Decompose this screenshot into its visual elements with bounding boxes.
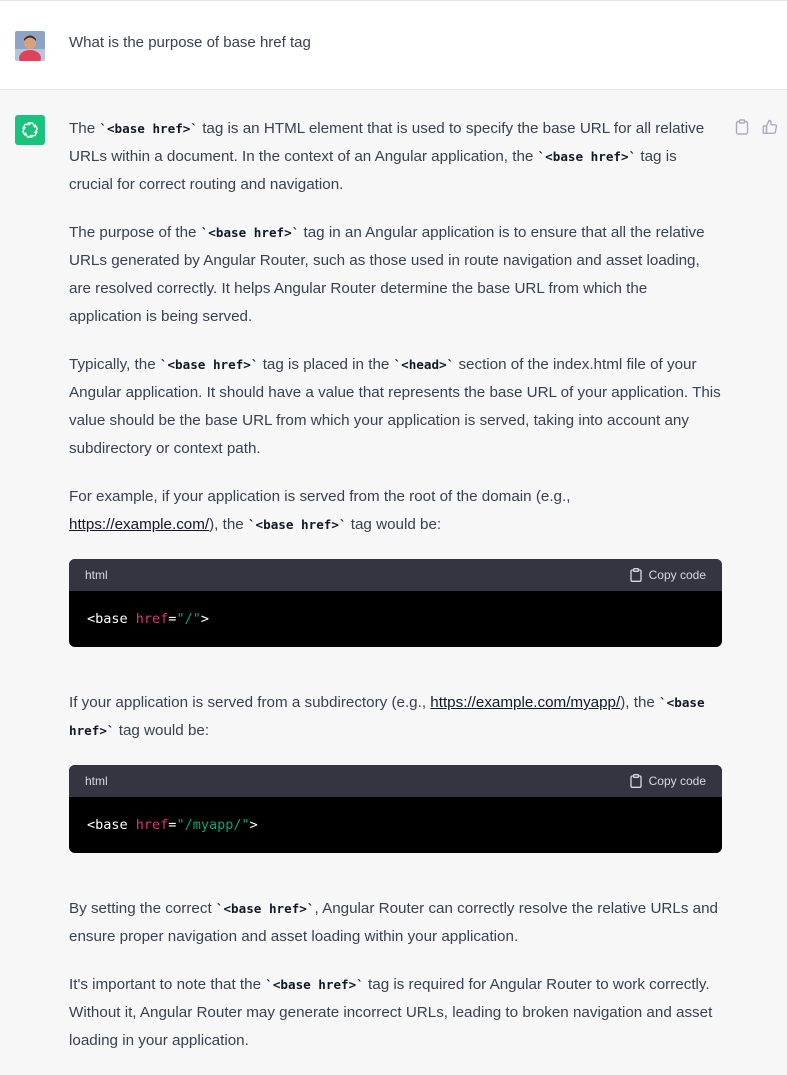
code-content: <base href = "/myapp/" > — [69, 797, 722, 853]
text: Typically, the — [69, 356, 160, 373]
paragraph-4: For example, if your application is serv… — [69, 483, 724, 539]
code-token: <base — [87, 817, 136, 833]
code-token: href — [135, 817, 169, 833]
copy-message-button[interactable] — [733, 118, 751, 136]
clipboard-icon — [629, 568, 642, 582]
code-language: html — [85, 774, 108, 788]
code-language: html — [85, 568, 108, 582]
code-block-header: html Copy code — [69, 559, 722, 591]
inline-code: `<base href>` — [200, 225, 300, 240]
assistant-answer: The `<base href>` tag is an HTML element… — [69, 115, 724, 1075]
inline-code: `<base href>` — [265, 977, 364, 992]
inline-code: `<base href>` — [215, 901, 315, 916]
code-block-header: html Copy code — [69, 765, 722, 797]
paragraph-5: If your application is served from a sub… — [69, 689, 724, 745]
paragraph-3: Typically, the `<base href>` tag is plac… — [69, 351, 724, 463]
code-block: html Copy code <base href = "/" > — [69, 559, 722, 647]
text: By setting the correct — [69, 900, 216, 917]
inline-code: `<base href>` — [99, 121, 198, 136]
text: tag would be: — [346, 516, 442, 533]
code-token: <base — [87, 611, 136, 627]
openai-logo-icon — [15, 115, 45, 145]
code-token: = — [168, 611, 177, 627]
inline-code: `<base href>` — [159, 357, 259, 372]
text: If your application is served from a sub… — [69, 694, 431, 711]
text: For example, if your application is serv… — [69, 488, 571, 505]
code-block: html Copy code <base href = "/myapp/" > — [69, 765, 722, 853]
paragraph-6: By setting the correct `<base href>`, An… — [69, 895, 724, 951]
copy-code-label: Copy code — [648, 774, 706, 788]
assistant-message: The `<base href>` tag is an HTML element… — [0, 90, 787, 1066]
text: It's important to note that the — [69, 976, 266, 993]
paragraph-2: The purpose of the `<base href>` tag in … — [69, 219, 724, 331]
clipboard-icon — [735, 119, 749, 135]
text: The purpose of the — [69, 224, 201, 241]
inline-code: `<head>` — [393, 357, 455, 372]
copy-code-button[interactable]: Copy code — [629, 561, 706, 589]
inline-code: `<base href>` — [247, 517, 347, 532]
thumbs-up-icon — [762, 119, 778, 135]
paragraph-1: The `<base href>` tag is an HTML element… — [69, 115, 724, 199]
user-message: What is the purpose of base href tag — [0, 0, 787, 90]
code-token: href — [135, 611, 169, 627]
clipboard-icon — [629, 774, 642, 788]
example-link[interactable]: https://example.com/ — [69, 516, 209, 533]
user-question: What is the purpose of base href tag — [69, 34, 311, 51]
code-token: "/" — [176, 611, 201, 627]
code-content: <base href = "/" > — [69, 591, 722, 647]
text: ), the — [209, 516, 248, 533]
inline-code: `<base href>` — [537, 149, 637, 164]
text: tag would be: — [114, 722, 210, 739]
text: The — [69, 120, 100, 137]
copy-code-label: Copy code — [648, 568, 706, 582]
user-avatar — [15, 31, 45, 61]
example-link[interactable]: https://example.com/myapp/ — [430, 694, 620, 711]
message-actions — [733, 118, 779, 136]
code-token: > — [200, 611, 209, 627]
text: ), the — [620, 694, 660, 711]
code-token: = — [168, 817, 177, 833]
copy-code-button[interactable]: Copy code — [629, 767, 706, 795]
text: tag is placed in the — [258, 356, 394, 373]
thumbs-up-button[interactable] — [761, 118, 779, 136]
code-token: > — [249, 817, 258, 833]
code-token: "/myapp/" — [176, 817, 250, 833]
paragraph-7: It's important to note that the `<base h… — [69, 971, 724, 1055]
